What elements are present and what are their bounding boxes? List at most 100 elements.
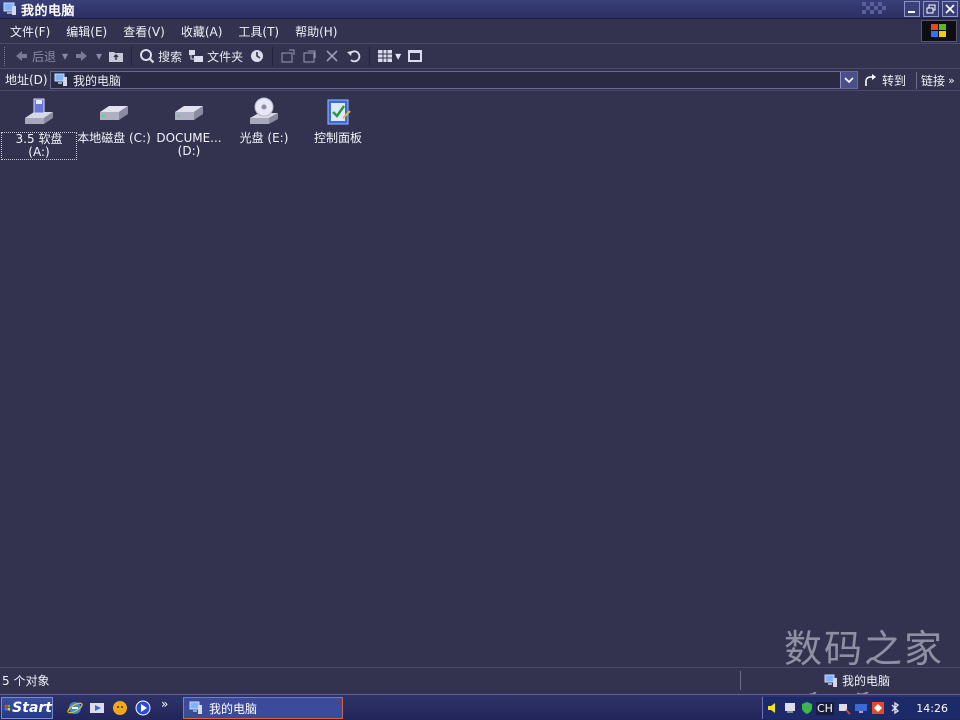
address-dropdown-button[interactable] <box>840 72 857 88</box>
quicklaunch-more-button[interactable]: » <box>161 697 168 711</box>
undo-icon <box>347 50 361 63</box>
address-label: 地址(D) <box>5 73 48 87</box>
history-button[interactable] <box>246 46 268 67</box>
toolbar-separator <box>131 46 133 66</box>
links-label: 链接 <box>921 74 946 88</box>
taskbar: Start » 我的电脑 CH 14:26 <box>0 694 960 720</box>
language-indicator[interactable]: CH <box>816 701 834 715</box>
status-divider <box>740 671 741 690</box>
copy-to-button[interactable] <box>299 46 321 67</box>
control-panel-icon <box>327 99 351 125</box>
folders-button[interactable]: 文件夹 <box>185 46 246 67</box>
toolbar-separator <box>272 46 274 66</box>
titlebar-pattern-icon <box>862 2 886 14</box>
search-button[interactable]: 搜索 <box>136 46 185 67</box>
my-computer-icon <box>189 701 202 714</box>
standard-toolbar: 后退 ▾ ▾ 搜索 文件夹 ▾ <box>0 44 960 69</box>
menu-view[interactable]: 查看(V) <box>115 23 173 40</box>
move-to-button[interactable] <box>277 46 299 67</box>
minimize-button[interactable] <box>904 1 920 17</box>
antivirus-icon[interactable] <box>871 701 885 715</box>
up-folder-button[interactable] <box>105 46 127 67</box>
back-label: 后退 <box>32 49 57 64</box>
drive-item-c[interactable]: 本地磁盘 (C:) <box>76 96 152 145</box>
input-method-icon[interactable] <box>837 701 851 715</box>
drive-item-d[interactable]: DOCUME... (D:) <box>151 96 227 158</box>
links-button[interactable]: 链接 » <box>916 72 955 89</box>
go-arrow-icon <box>865 73 876 86</box>
shield-icon[interactable] <box>800 701 814 715</box>
restore-button[interactable] <box>923 1 939 17</box>
go-label: 转到 <box>882 74 907 88</box>
toolbar-grip[interactable] <box>4 46 7 66</box>
windows-flag-icon <box>931 24 946 37</box>
show-desktop-icon <box>90 703 104 713</box>
history-icon <box>251 50 264 62</box>
file-view[interactable]: 3.5 软盘 (A:) 本地磁盘 (C:) DOCUME... (D:) 光盘 … <box>0 92 960 667</box>
taskbar-window-button[interactable]: 我的电脑 <box>183 697 343 719</box>
my-computer-icon <box>54 73 67 86</box>
copy-to-icon <box>303 50 316 63</box>
network-icon[interactable] <box>783 701 797 715</box>
item-label: 本地磁盘 (C:) <box>77 131 151 145</box>
drive-item-floppy[interactable]: 3.5 软盘 (A:) <box>1 96 77 160</box>
address-value: 我的电脑 <box>73 73 122 88</box>
quicklaunch-messenger[interactable] <box>111 699 129 717</box>
close-button[interactable] <box>942 1 958 17</box>
search-icon <box>140 49 155 64</box>
start-button[interactable]: Start <box>1 697 53 719</box>
clock[interactable]: 14:26 <box>916 702 948 715</box>
media-player-icon <box>135 700 151 716</box>
item-label: 光盘 (E:) <box>239 131 289 145</box>
display-icon[interactable] <box>854 701 868 715</box>
quicklaunch-desktop[interactable] <box>88 699 106 717</box>
internet-explorer-icon <box>67 702 83 714</box>
drive-item-cd[interactable]: 光盘 (E:) <box>226 96 302 145</box>
floppy-drive-icon <box>25 98 53 124</box>
double-chevron-icon: » <box>948 74 955 87</box>
up-folder-icon <box>109 52 124 62</box>
properties-button[interactable] <box>404 46 426 67</box>
forward-button[interactable] <box>71 46 93 67</box>
status-bar: 5 个对象 我的电脑 <box>0 667 960 692</box>
move-to-icon <box>281 49 295 63</box>
menu-edit[interactable]: 编辑(E) <box>58 23 115 40</box>
properties-icon <box>408 50 423 62</box>
forward-arrow-icon <box>76 51 88 61</box>
item-label: 3.5 软盘 (A:) <box>1 132 77 160</box>
folders-label: 文件夹 <box>207 49 244 64</box>
menu-tools[interactable]: 工具(T) <box>230 23 287 40</box>
item-label: DOCUME... (D:) <box>156 131 222 158</box>
go-button[interactable]: 转到 <box>864 72 906 89</box>
menu-file[interactable]: 文件(F) <box>0 23 58 40</box>
title-bar[interactable]: 我的电脑 <box>0 0 960 19</box>
back-dropdown[interactable]: ▾ <box>59 46 71 67</box>
address-input[interactable]: 我的电脑 <box>50 71 858 89</box>
delete-button[interactable] <box>321 46 343 67</box>
forward-dropdown[interactable]: ▾ <box>93 46 105 67</box>
window-title: 我的电脑 <box>21 3 76 19</box>
quicklaunch-ie[interactable] <box>66 699 84 717</box>
views-button[interactable]: ▾ <box>374 46 404 67</box>
my-computer-icon <box>824 674 837 687</box>
control-panel-item[interactable]: 控制面板 <box>300 96 376 145</box>
bluetooth-icon[interactable] <box>888 701 902 715</box>
chevron-down-icon <box>844 77 854 84</box>
taskbar-window-label: 我的电脑 <box>209 701 258 716</box>
address-bar: 地址(D) 我的电脑 转到 链接 » <box>0 69 960 91</box>
windows-flag-icon <box>4 704 11 711</box>
dropdown-arrow-icon: ▾ <box>96 49 103 63</box>
undo-button[interactable] <box>343 46 365 67</box>
minimize-icon <box>908 11 915 13</box>
object-count: 5 个对象 <box>2 673 50 688</box>
cd-drive-icon <box>250 97 278 124</box>
dropdown-arrow-icon: ▾ <box>395 49 402 63</box>
status-zone: 我的电脑 <box>824 672 890 689</box>
quicklaunch-media[interactable] <box>134 699 152 717</box>
hard-disk-icon <box>175 106 203 120</box>
menu-help[interactable]: 帮助(H) <box>287 23 345 40</box>
menu-favorites[interactable]: 收藏(A) <box>173 23 231 40</box>
start-label: Start <box>12 700 52 716</box>
back-button[interactable]: 后退 <box>10 46 59 67</box>
volume-icon[interactable] <box>766 701 780 715</box>
